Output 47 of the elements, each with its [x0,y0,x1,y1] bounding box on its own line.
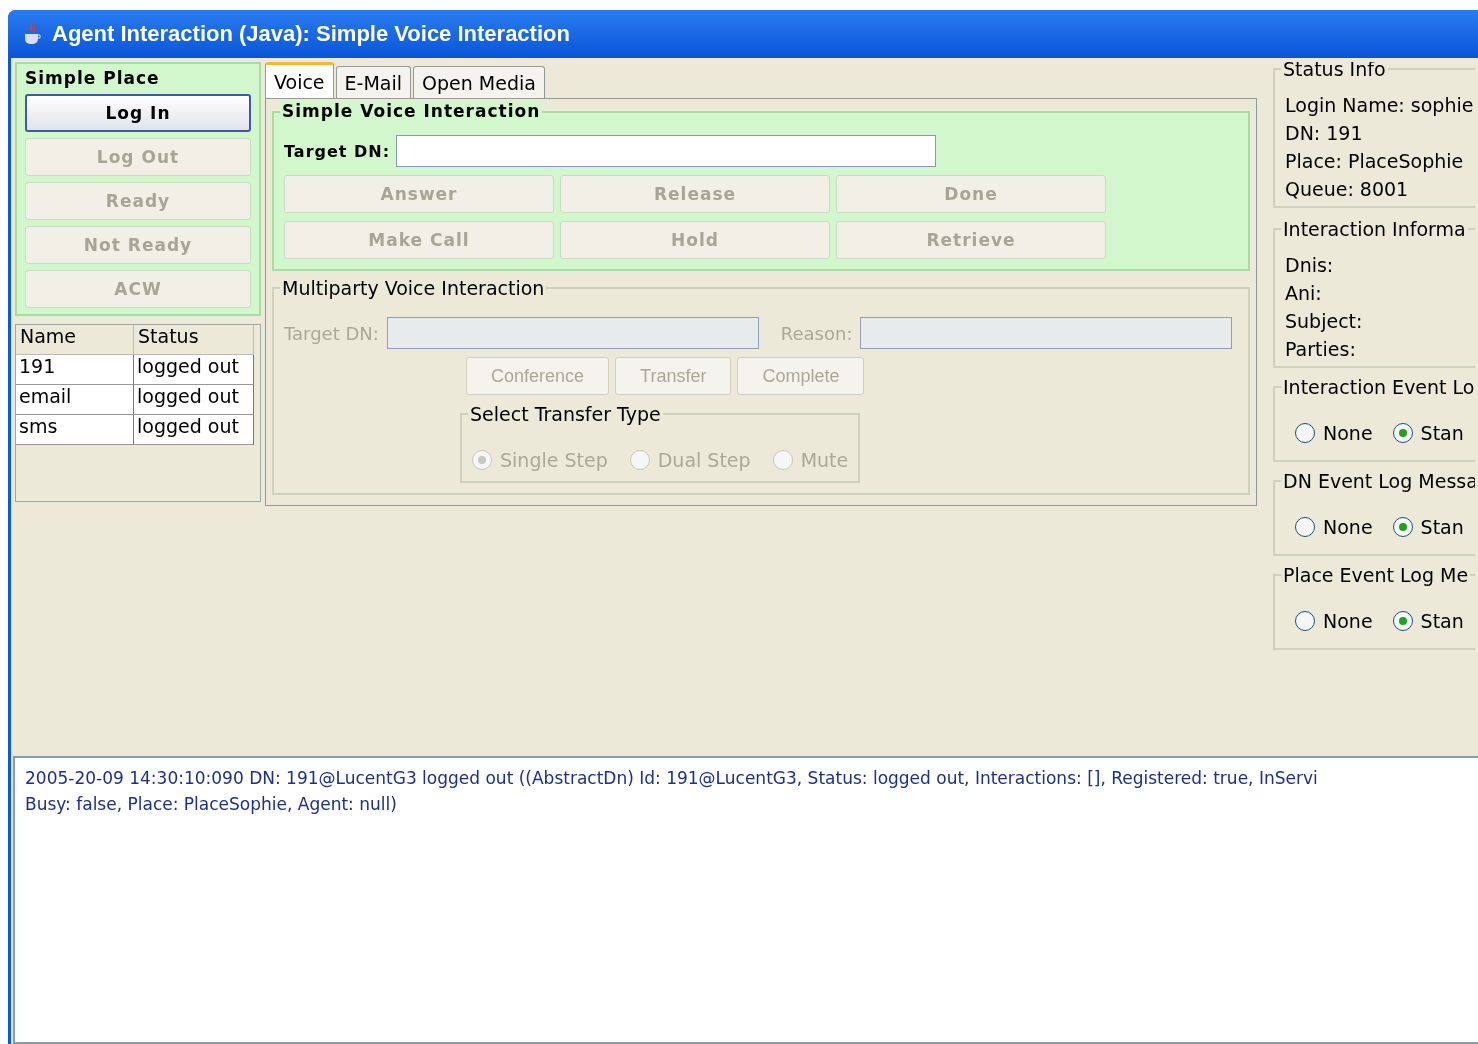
table-cell: 191 [16,355,134,385]
table-cell: logged out [134,385,254,415]
info-text: Ani: [1285,282,1323,304]
panel-title: Simple Place [25,68,161,88]
radio-label: Stan [1420,516,1464,538]
table-cell: logged out [134,355,254,385]
log-line: 2005-20-09 14:30:10:090 DN: 191@LucentG3 logged out ((AbstractDn) Id: 191@LucentG3, Status: logged out, Interactions: [], Registered: true, InServi [25,768,1319,788]
group-title: Select Transfer Type [468,403,663,425]
field-label: Target DN: [284,141,391,161]
window-title: Agent Interaction (Java): Simple Voice Interaction [52,21,570,47]
tab[interactable]: E-Mail [335,66,412,98]
table-cell: email [16,385,134,415]
log-line: Busy: false, Place: PlaceSophie, Agent: null) [25,794,398,814]
column-header[interactable]: Status [134,325,254,355]
tab[interactable]: Voice [265,62,334,98]
info-text: Dnis: [1285,254,1335,276]
info-text: Queue: 8001 [1285,178,1410,200]
info-text: Subject: [1285,310,1364,332]
place-button[interactable]: Log In [25,94,251,132]
field-label: Target DN: [284,322,379,344]
radio-label: Stan [1420,422,1464,444]
table-cell: logged out [134,415,254,445]
radio-label: None [1323,610,1373,632]
radio-button[interactable] [1392,517,1413,537]
radio-label: Mute [800,449,849,471]
radio-label: Single Step [500,449,608,471]
target-dn-field[interactable] [396,135,937,167]
radio-button[interactable] [1295,423,1315,443]
group-title: Simple Voice Interaction [280,101,543,121]
info-text: Parties: [1285,338,1357,360]
column-header[interactable]: Name [16,325,134,355]
radio-button[interactable] [1295,517,1315,537]
field-label: Reason: [780,322,853,344]
radio-label: None [1323,516,1373,538]
radio-button[interactable] [1392,423,1413,443]
info-text: DN: 191 [1285,122,1364,144]
radio-label: Dual Step [657,449,751,471]
java-cup-icon [22,22,42,46]
radio-label: Stan [1420,610,1464,632]
group-title: Place Event Log Me [1281,564,1471,586]
info-text: Place: PlaceSophie [1285,150,1465,172]
table-cell: sms [16,415,134,445]
radio-label: None [1323,422,1373,444]
tab[interactable]: Open Media [413,66,545,98]
group-title: Multiparty Voice Interaction [280,277,547,299]
radio-button[interactable] [1295,611,1315,631]
radio-button[interactable] [1392,611,1413,631]
